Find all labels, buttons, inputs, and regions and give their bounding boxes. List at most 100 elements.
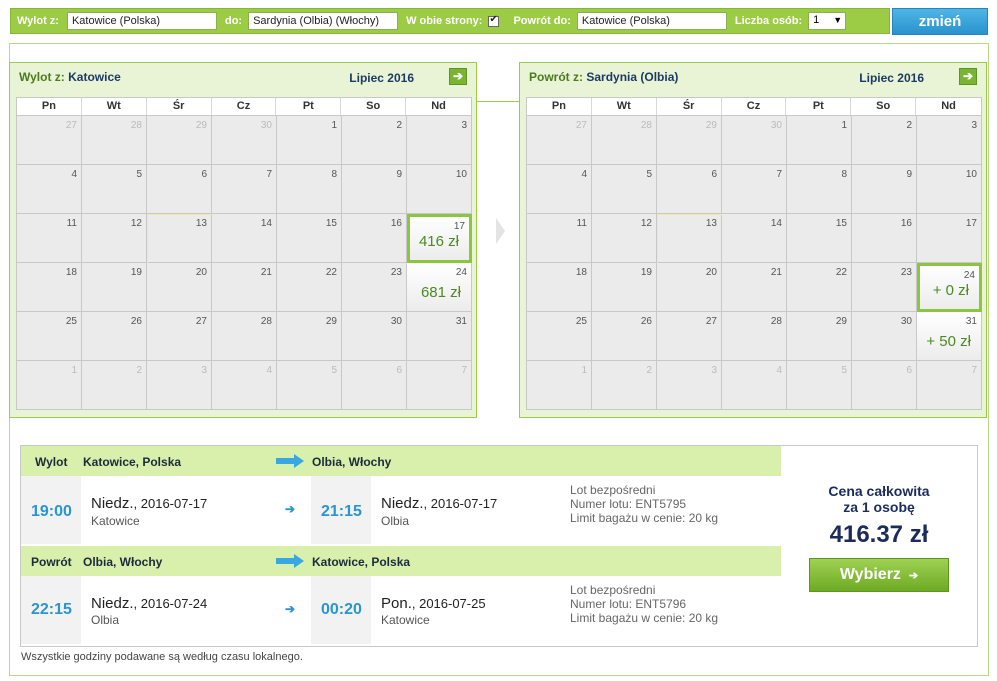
arrow-right-icon [276, 454, 304, 468]
day-price: 681 zł [420, 284, 461, 301]
calendar-day: 29 [277, 312, 342, 361]
calendar-day: 26 [592, 312, 657, 361]
calendar-day: 28 [592, 116, 657, 165]
day-number: 27 [65, 120, 77, 131]
day-number: 14 [260, 218, 272, 229]
calendar-day: 3 [917, 116, 982, 165]
weekday-label: Cz [722, 98, 787, 115]
weekday-label: So [851, 98, 917, 115]
calendar-day: 7 [212, 165, 277, 214]
next-month-arrow-icon[interactable]: ➔ [449, 68, 467, 85]
day-number: 13 [195, 218, 207, 229]
persons-value: 1 [813, 14, 820, 26]
calendar-day: 2 [342, 116, 407, 165]
calendar-day: 22 [787, 263, 852, 312]
return-month: Lipiec 2016 [859, 71, 924, 85]
calendar-day: 2 [852, 116, 917, 165]
day-number: 21 [260, 267, 272, 278]
calendar-day: 30 [342, 312, 407, 361]
to-label: do: [224, 15, 243, 27]
day-number: 27 [195, 316, 207, 327]
day-number: 24 [963, 270, 975, 281]
return-calendar: Powrót z: Sardynia (Olbia) Lipiec 2016 ➔… [519, 62, 987, 418]
choose-button[interactable]: Wybierz ➔ [809, 558, 949, 592]
day-number: 7 [971, 365, 977, 376]
day-number: 28 [130, 120, 142, 131]
price-box: Cena całkowita za 1 osobę 416.37 zł Wybie… [781, 446, 977, 646]
day-number: 23 [390, 267, 402, 278]
calendar-day: 4 [722, 361, 787, 410]
calendar-day: 13 [147, 214, 212, 263]
day-number: 4 [71, 169, 77, 180]
weekday-label: Cz [212, 98, 277, 115]
return-input[interactable]: Katowice (Polska) [576, 12, 727, 30]
day-number: 29 [835, 316, 847, 327]
weekday-label: Śr [147, 98, 212, 115]
day-number: 4 [776, 365, 782, 376]
calendar-day: 23 [342, 263, 407, 312]
day-number: 10 [965, 169, 977, 180]
calendar-day: 5 [82, 165, 147, 214]
day-number: 30 [770, 120, 782, 131]
calendar-day: 30 [212, 116, 277, 165]
change-button[interactable]: zmień [892, 8, 988, 35]
day-number: 6 [906, 365, 912, 376]
calendar-day: 26 [82, 312, 147, 361]
day-number: 14 [770, 218, 782, 229]
calendar-day-priced[interactable]: 31 + 50 zł [917, 312, 982, 361]
calendar-day: 7 [407, 361, 472, 410]
connector-line [477, 101, 519, 102]
calendar-day: 29 [787, 312, 852, 361]
calendar-day: 1 [277, 116, 342, 165]
to-input[interactable]: Sardynia (Olbia) (Włochy) [248, 12, 399, 30]
return-leg-details: 22:15 Niedz., 2016-07-24 Olbia ➔ 00:20 P… [21, 576, 781, 644]
day-number: 5 [841, 365, 847, 376]
day-number: 31 [455, 316, 467, 327]
outbound-arr-date: Niedz., 2016-07-17 [381, 495, 498, 512]
outbound-to: Olbia, Włochy [312, 455, 392, 469]
calendar-day: 4 [527, 165, 592, 214]
from-input[interactable]: Katowice (Polska) [66, 12, 217, 30]
calendar-day: 18 [17, 263, 82, 312]
day-number: 1 [581, 365, 587, 376]
persons-select[interactable]: 1 ▼ [808, 12, 847, 30]
day-price: + 50 zł [926, 333, 971, 350]
day-number: 9 [396, 169, 402, 180]
calendar-day: 5 [277, 361, 342, 410]
day-number: 4 [581, 169, 587, 180]
return-dep-date: Niedz., 2016-07-24 [91, 595, 208, 612]
next-month-arrow-icon[interactable]: ➔ [959, 68, 977, 85]
day-number: 17 [965, 218, 977, 229]
calendar-day: 27 [17, 116, 82, 165]
calendar-day: 29 [147, 116, 212, 165]
day-number: 15 [325, 218, 337, 229]
calendar-day: 7 [722, 165, 787, 214]
round-trip-checkbox[interactable] [488, 14, 500, 27]
outbound-label: Wylot [35, 455, 68, 469]
total-price: 416.37 zł [829, 521, 929, 548]
day-number: 6 [201, 169, 207, 180]
weekday-label: Pn [17, 98, 82, 115]
calendar-day-priced[interactable]: 24 + 0 zł [917, 263, 982, 312]
calendar-day: 17 [917, 214, 982, 263]
day-number: 23 [900, 267, 912, 278]
day-number: 19 [130, 267, 142, 278]
weekday-label: Pt [786, 98, 852, 115]
day-price: 416 zł [418, 233, 459, 250]
day-number: 2 [136, 365, 142, 376]
day-number: 3 [711, 365, 717, 376]
return-dep-time: 22:15 [31, 601, 72, 618]
day-number: 28 [640, 120, 652, 131]
day-number: 2 [396, 120, 402, 131]
day-number: 26 [130, 316, 142, 327]
day-number: 31 [965, 316, 977, 327]
day-number: 12 [640, 218, 652, 229]
return-dep-city: Olbia [91, 613, 120, 627]
calendar-day: 15 [277, 214, 342, 263]
calendar-day-priced[interactable]: 17 416 zł [407, 214, 472, 263]
calendar-day: 28 [722, 312, 787, 361]
outbound-dep-city: Katowice [91, 514, 140, 528]
day-number: 6 [396, 365, 402, 376]
calendar-day: 8 [277, 165, 342, 214]
calendar-day-priced[interactable]: 24 681 zł [407, 263, 472, 312]
